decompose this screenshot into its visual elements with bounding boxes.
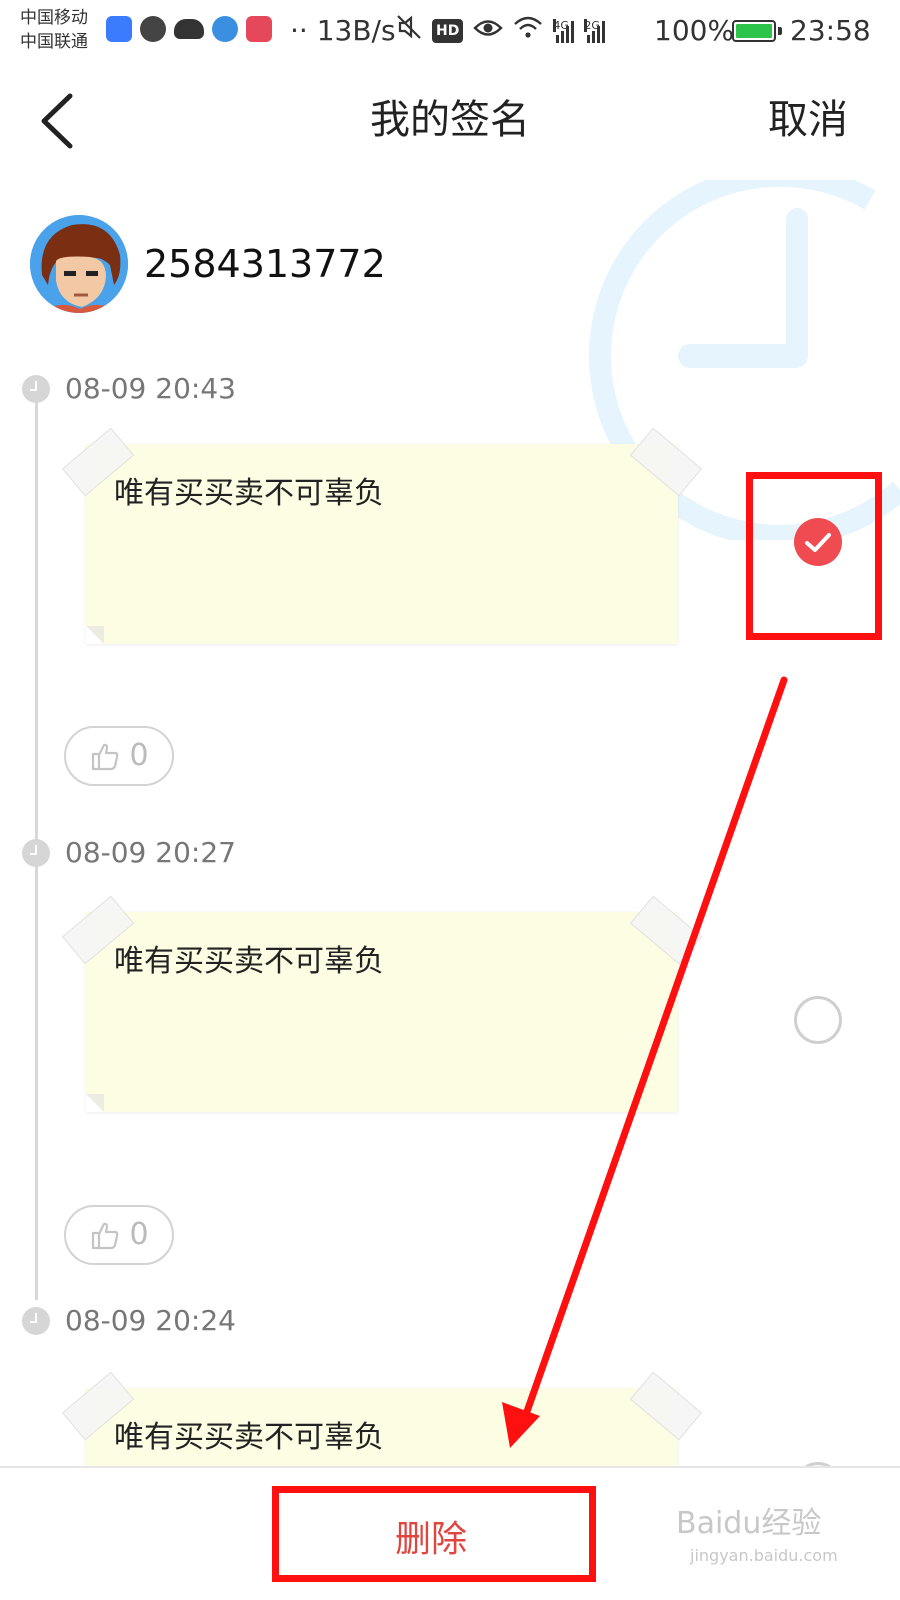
entry-time-row: 08-09 20:27: [22, 836, 236, 870]
browser-icon: [212, 16, 238, 42]
page-title: 我的签名: [370, 97, 530, 143]
signature-text: 唯有买买卖不可辜负: [114, 1420, 384, 1455]
battery-percent: 100%: [654, 14, 735, 47]
eye-icon: [473, 14, 504, 48]
battery-level: [736, 24, 772, 38]
delete-button[interactable]: 删除: [276, 1498, 586, 1574]
bottom-action-bar: 删除: [0, 1466, 900, 1600]
select-checkbox[interactable]: [794, 518, 842, 566]
carrier-labels: 中国移动 中国联通: [20, 6, 88, 54]
wifi-icon: [513, 14, 543, 48]
mute-icon: [396, 14, 422, 49]
user-id: 2584313772: [144, 242, 386, 286]
globe-icon: [140, 16, 166, 42]
entry-time-row: 08-09 20:43: [22, 372, 236, 406]
hd-icon: HD: [432, 19, 464, 43]
avatar-image: [30, 215, 128, 313]
thumbs-up-icon: [92, 1222, 119, 1250]
nav-header: 我的签名 取消: [0, 64, 900, 180]
tape-decoration: [629, 427, 703, 497]
signature-text: 唯有买买卖不可辜负: [114, 476, 384, 511]
like-count: 0: [129, 1217, 149, 1252]
clock-icon: [22, 1307, 50, 1335]
clock-icon: [22, 375, 50, 403]
page-curl: [86, 626, 104, 644]
battery-icon: [732, 20, 776, 42]
app-icon: [246, 16, 272, 42]
checkmark-icon: [805, 533, 831, 552]
avatar[interactable]: [30, 215, 128, 313]
entry-time-row: 08-09 20:24: [22, 1304, 236, 1338]
user-profile: 2584313772: [30, 214, 386, 314]
system-icons: HD 4G 2G: [396, 14, 606, 49]
status-bar: 中国移动 中国联通 ·· 13B/s HD 4G 2G 100% 23:58: [0, 0, 900, 64]
entry-timestamp: 08-09 20:43: [65, 372, 236, 405]
signature-text: 唯有买买卖不可辜负: [114, 944, 384, 979]
like-button[interactable]: 0: [64, 726, 174, 786]
baidu-app-icon: [106, 16, 132, 42]
tape-decoration: [629, 1371, 703, 1441]
battery-tip: [778, 27, 782, 35]
signature-page: 中国移动 中国联通 ·· 13B/s HD 4G 2G 100% 23:58 我…: [0, 0, 900, 1600]
thumbs-up-icon: [92, 743, 119, 771]
notification-icons: [106, 16, 272, 42]
cloud-icon: [174, 19, 204, 39]
clock-time: 23:58: [790, 14, 871, 47]
entry-timestamp: 08-09 20:24: [65, 1304, 236, 1337]
page-curl: [86, 1094, 104, 1112]
select-checkbox[interactable]: [794, 996, 842, 1044]
clock-icon: [22, 839, 50, 867]
signature-note[interactable]: 唯有买买卖不可辜负: [61, 895, 703, 1112]
carrier-2: 中国联通: [20, 32, 88, 52]
signal-2g-icon: 2G: [584, 19, 606, 43]
signature-note[interactable]: 唯有买买卖不可辜负: [61, 427, 703, 644]
like-button[interactable]: 0: [64, 1205, 174, 1265]
like-count: 0: [129, 738, 149, 773]
tape-decoration: [629, 895, 703, 965]
entry-timestamp: 08-09 20:27: [65, 836, 236, 869]
carrier-1: 中国移动: [20, 8, 88, 28]
network-speed: ·· 13B/s: [290, 14, 396, 47]
cancel-button[interactable]: 取消: [768, 94, 848, 146]
signal-4g-icon: 4G: [553, 19, 575, 43]
